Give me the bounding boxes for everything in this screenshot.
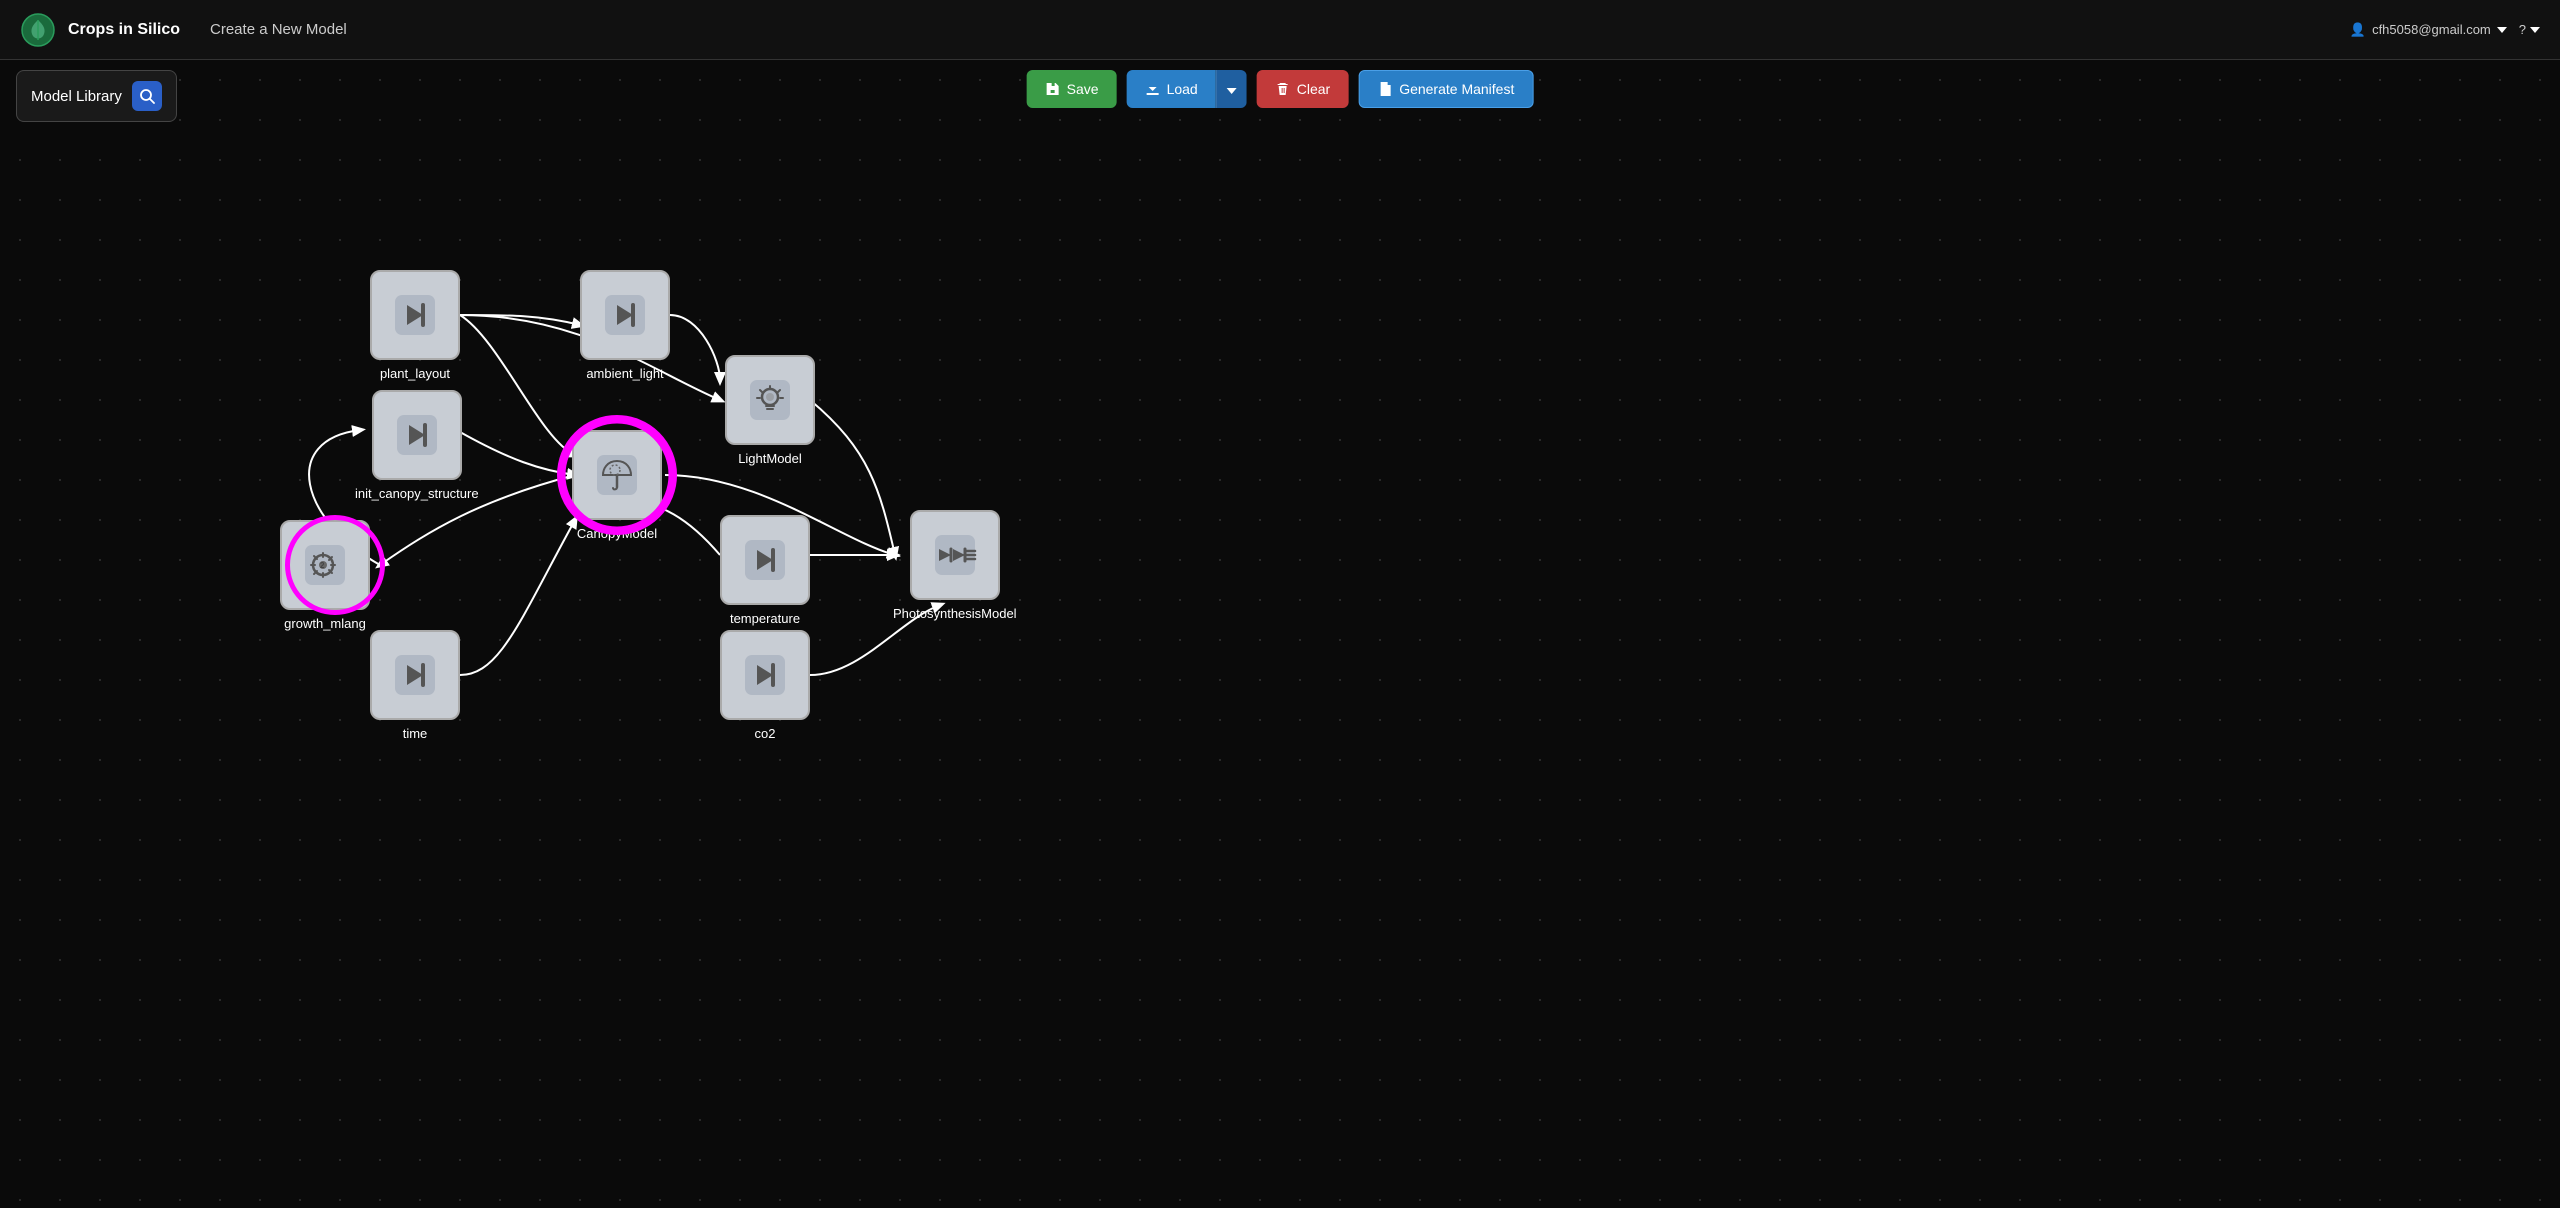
node-temperature[interactable]: temperature [720, 515, 810, 626]
node-growth-mlang-label: growth_mlang [284, 616, 366, 631]
generate-manifest-button[interactable]: Generate Manifest [1358, 70, 1533, 108]
growth-model-icon: 2 [301, 541, 349, 589]
double-arrow-icon [931, 531, 979, 579]
node-light-model-label: LightModel [738, 451, 802, 466]
toolbar: Save Load Clear Generate Manifest [1027, 70, 1534, 108]
umbrella-icon [593, 451, 641, 499]
document-icon [1377, 81, 1393, 97]
model-library-search-button[interactable] [132, 81, 162, 111]
lightbulb-icon [746, 376, 794, 424]
node-ambient-light-label: ambient_light [586, 366, 663, 381]
model-library-panel: Model Library [16, 70, 177, 122]
input-arrow-icon [391, 291, 439, 339]
nav-right: 👤 cfh5058@gmail.com ? [2350, 22, 2540, 38]
model-library-title: Model Library [31, 88, 122, 105]
input-arrow-icon [393, 411, 441, 459]
node-time[interactable]: time [370, 630, 460, 741]
input-arrow-icon [601, 291, 649, 339]
user-menu-chevron [2497, 27, 2507, 33]
app-logo [20, 12, 56, 48]
node-plant-layout[interactable]: plant_layout [370, 270, 460, 381]
node-plant-layout-box [370, 270, 460, 360]
help-chevron [2530, 27, 2540, 33]
svg-text:2: 2 [320, 561, 325, 570]
node-temperature-box [720, 515, 810, 605]
help-menu[interactable]: ? [2519, 22, 2540, 37]
save-icon [1045, 81, 1061, 97]
node-growth-mlang[interactable]: 2 growth_mlang [280, 520, 370, 631]
input-arrow-icon [391, 651, 439, 699]
clear-button[interactable]: Clear [1257, 70, 1348, 108]
node-co2[interactable]: co2 [720, 630, 810, 741]
node-light-model[interactable]: LightModel [725, 355, 815, 466]
page-title: Create a New Model [210, 21, 347, 38]
load-dropdown-button[interactable] [1216, 70, 1247, 108]
top-navigation: Crops in Silico Create a New Model 👤 cfh… [0, 0, 2560, 60]
search-icon [139, 88, 155, 104]
node-co2-label: co2 [755, 726, 776, 741]
node-temperature-label: temperature [730, 611, 800, 626]
input-arrow-icon [741, 536, 789, 584]
node-light-model-box [725, 355, 815, 445]
user-menu[interactable]: 👤 cfh5058@gmail.com [2350, 22, 2507, 38]
canvas[interactable]: plant_layout ambient_light init_canopy_s… [0, 60, 2560, 1208]
save-button[interactable]: Save [1027, 70, 1117, 108]
app-title: Crops in Silico [68, 21, 180, 39]
input-arrow-icon [741, 651, 789, 699]
node-canopy-model[interactable]: CanopyModel [572, 430, 662, 541]
node-init-canopy-structure[interactable]: init_canopy_structure [355, 390, 479, 501]
load-button[interactable]: Load [1127, 70, 1216, 108]
node-init-canopy-structure-box [372, 390, 462, 480]
node-photosynthesis-model-box [910, 510, 1000, 600]
node-canopy-model-box [572, 430, 662, 520]
node-plant-layout-label: plant_layout [380, 366, 450, 381]
node-ambient-light[interactable]: ambient_light [580, 270, 670, 381]
node-photosynthesis-model-label: PhotosynthesisModel [893, 606, 1017, 621]
trash-icon [1275, 81, 1291, 97]
node-photosynthesis-model[interactable]: PhotosynthesisModel [893, 510, 1017, 621]
node-time-label: time [403, 726, 428, 741]
canopy-model-ring [560, 418, 675, 533]
node-time-box [370, 630, 460, 720]
load-dropdown-chevron [1227, 88, 1237, 94]
load-icon [1145, 81, 1161, 97]
node-growth-mlang-box: 2 [280, 520, 370, 610]
node-co2-box [720, 630, 810, 720]
user-email: cfh5058@gmail.com [2372, 22, 2491, 37]
user-icon: 👤 [2350, 22, 2366, 38]
load-button-group: Load [1127, 70, 1247, 108]
help-label: ? [2519, 22, 2526, 37]
node-init-canopy-structure-label: init_canopy_structure [355, 486, 479, 501]
node-ambient-light-box [580, 270, 670, 360]
